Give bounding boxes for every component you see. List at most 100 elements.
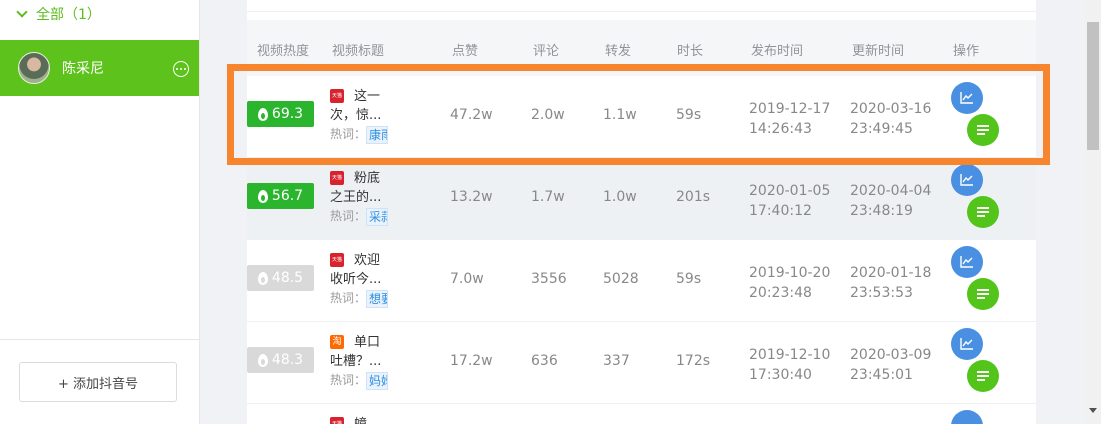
header-heat[interactable]: 视频热度 <box>257 40 309 59</box>
publish-clock: 20:23:48 <box>749 285 812 301</box>
line-chart-icon <box>960 256 973 268</box>
chevron-down-icon <box>16 5 28 18</box>
add-account-button[interactable]: + 添加抖音号 <box>19 362 177 402</box>
likes-value: 13.2w <box>450 189 493 205</box>
flame-icon <box>257 107 268 121</box>
publish-date: 2019-12-17 <box>749 101 831 117</box>
title-line: 之王的... <box>330 190 382 205</box>
keyword-label: 热词： <box>330 291 367 305</box>
video-title[interactable]: 淘 单口 吐槽？... 热词：妈妈 <box>330 333 400 390</box>
publish-time: 2019-10-20 20:23:48 <box>749 263 830 303</box>
trend-chart-button[interactable] <box>951 164 983 196</box>
heat-badge: 48.5 <box>247 265 314 291</box>
account-name: 陈采尼 <box>62 61 104 77</box>
detail-list-button[interactable] <box>967 196 999 228</box>
scrollbar-thumb[interactable] <box>1087 22 1099 150</box>
header-publish-time[interactable]: 发布时间 <box>751 40 803 59</box>
duration-value: 172s <box>676 353 711 369</box>
avatar <box>18 52 50 84</box>
update-clock: 23:53:53 <box>850 285 913 301</box>
main-content: 视频热度 视频标题 点赞 评论 转发 时长 发布时间 更新时间 操作 69.3 … <box>200 0 1085 424</box>
title-line: 次，惊... <box>330 108 382 123</box>
keyword-tag[interactable]: 康雨 <box>366 125 389 144</box>
flame-icon <box>257 189 268 203</box>
update-date: 2020-01-18 <box>850 265 932 281</box>
publish-clock: 17:40:12 <box>749 203 812 219</box>
trend-chart-button[interactable] <box>951 328 983 360</box>
trend-chart-button[interactable] <box>951 246 983 278</box>
header-duration[interactable]: 时长 <box>677 40 703 59</box>
update-clock: 23:45:01 <box>850 367 913 383</box>
list-icon <box>977 207 989 217</box>
heat-value: 69.3 <box>271 106 304 122</box>
line-chart-icon <box>960 174 973 186</box>
tmall-icon: 天猫 <box>330 89 344 103</box>
trend-chart-button[interactable] <box>951 82 983 114</box>
comments-value: 1.7w <box>531 189 565 205</box>
heat-value: 56.7 <box>271 188 304 204</box>
duration-value: 201s <box>676 189 711 205</box>
table-row: 48.3 淘 单口 吐槽？... 热词：妈妈 17.2w 636 337 172… <box>247 322 1036 404</box>
update-clock: 23:49:45 <box>850 121 913 137</box>
header-actions: 操作 <box>953 44 980 59</box>
update-time: 2020-03-16 23:49:45 <box>850 99 931 139</box>
tmall-icon: 天猫 <box>330 253 344 267</box>
trend-chart-button[interactable] <box>951 410 983 424</box>
publish-time: 2019-12-17 14:26:43 <box>749 99 830 139</box>
line-chart-icon <box>960 338 973 350</box>
keyword-tag[interactable]: 想要 <box>366 289 389 308</box>
tmall-icon: 天猫 <box>330 171 344 185</box>
heat-value: 48.3 <box>271 352 304 368</box>
list-icon <box>977 371 989 381</box>
title-line: 吐槽？... <box>330 354 382 369</box>
detail-list-button[interactable] <box>967 360 999 392</box>
header-likes[interactable]: 点赞 <box>452 40 478 59</box>
likes-value: 17.2w <box>450 353 493 369</box>
video-title[interactable]: 天猫 欢迎 收听今... 热词：想要 <box>330 251 400 308</box>
keyword-tag[interactable]: 采蒜 <box>366 207 389 226</box>
video-title[interactable]: 天猫 这一 次，惊... 热词：康雨 <box>330 87 400 144</box>
tmall-icon: 天猫 <box>330 417 344 424</box>
video-title[interactable]: 天猫 粉底 之王的... 热词：采蒜 <box>330 169 400 226</box>
header-update-time[interactable]: 更新时间 <box>852 40 904 59</box>
table-header: 视频热度 视频标题 点赞 评论 转发 时长 发布时间 更新时间 操作 <box>247 20 1036 76</box>
account-sidebar: 全部（1） 陈采尼 + 添加抖音号 <box>0 0 200 424</box>
publish-time: 2019-12-10 17:30:40 <box>749 345 830 385</box>
detail-list-button[interactable] <box>967 278 999 310</box>
account-group-label: 全部（1） <box>36 7 101 23</box>
comments-value: 3556 <box>531 271 567 287</box>
scroll-down-arrow-icon[interactable] <box>1089 408 1097 413</box>
detail-list-button[interactable] <box>967 114 999 146</box>
heat-badge: 69.3 <box>247 101 314 127</box>
duration-value: 59s <box>676 107 702 123</box>
header-shares[interactable]: 转发 <box>605 40 631 59</box>
shares-value: 1.0w <box>603 189 637 205</box>
likes-value: 7.0w <box>450 271 484 287</box>
shares-value: 5028 <box>603 271 639 287</box>
video-table: 视频热度 视频标题 点赞 评论 转发 时长 发布时间 更新时间 操作 69.3 … <box>247 0 1036 424</box>
header-comments[interactable]: 评论 <box>533 40 559 59</box>
flame-icon <box>257 353 268 367</box>
duration-value: 59s <box>676 271 702 287</box>
header-title: 视频标题 <box>332 44 385 59</box>
list-icon <box>977 125 989 135</box>
sidebar-footer: + 添加抖音号 <box>0 339 199 424</box>
shares-value: 337 <box>603 353 630 369</box>
scrollbar[interactable] <box>1085 0 1101 424</box>
update-clock: 23:48:19 <box>850 203 913 219</box>
publish-date: 2020-01-05 <box>749 183 831 199</box>
keyword-label: 热词： <box>330 127 367 141</box>
account-group-toggle[interactable]: 全部（1） <box>16 2 101 26</box>
line-chart-icon <box>960 92 973 104</box>
table-row: 天猫 蟑 <box>247 404 1036 424</box>
keyword-tag[interactable]: 妈妈 <box>366 371 389 390</box>
more-options-icon[interactable] <box>173 61 189 77</box>
account-item[interactable]: 陈采尼 <box>0 40 199 96</box>
keyword-row: 热词：采蒜 <box>330 207 400 226</box>
update-date: 2020-03-09 <box>850 347 932 363</box>
table-row: 56.7 天猫 粉底 之王的... 热词：采蒜 13.2w 1.7w 1.0w … <box>247 158 1036 240</box>
table-row: 69.3 天猫 这一 次，惊... 热词：康雨 47.2w 2.0w 1.1w … <box>247 76 1036 158</box>
publish-clock: 14:26:43 <box>749 121 812 137</box>
table-row: 48.5 天猫 欢迎 收听今... 热词：想要 7.0w 3556 5028 5… <box>247 240 1036 322</box>
video-title[interactable]: 天猫 蟑 <box>330 415 400 424</box>
